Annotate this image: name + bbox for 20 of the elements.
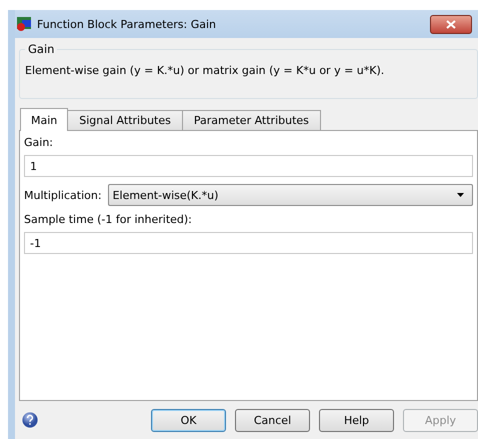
dialog-button[interactable]: OK <box>151 408 226 432</box>
app-icon <box>16 16 32 32</box>
help-icon[interactable] <box>22 410 38 430</box>
tab[interactable]: Parameter Attributes <box>182 110 321 130</box>
field-label: Sample time (-1 for inherited): <box>24 213 193 226</box>
input-field[interactable]: -1 <box>24 232 473 254</box>
tab[interactable]: Main <box>20 108 68 131</box>
caret-icon <box>457 193 464 197</box>
description-text: Element-wise gain (y = K.*u) or matrix gain (y = K*u or y = u*K). <box>25 64 386 77</box>
window-title: Function Block Parameters: Gain <box>37 18 216 30</box>
close-icon <box>446 20 456 28</box>
group-title: Gain <box>25 42 58 56</box>
dropdown[interactable]: Element-wise(K.*u) <box>108 184 473 206</box>
dialog-button[interactable]: Cancel <box>235 408 310 432</box>
tab[interactable]: Signal Attributes <box>67 110 183 130</box>
field-label: Gain: <box>24 136 54 149</box>
dialog-button[interactable]: Help <box>319 408 394 432</box>
close-button[interactable] <box>430 14 472 34</box>
field-label: Multiplication: <box>24 188 102 202</box>
input-field[interactable]: 1 <box>24 155 473 177</box>
